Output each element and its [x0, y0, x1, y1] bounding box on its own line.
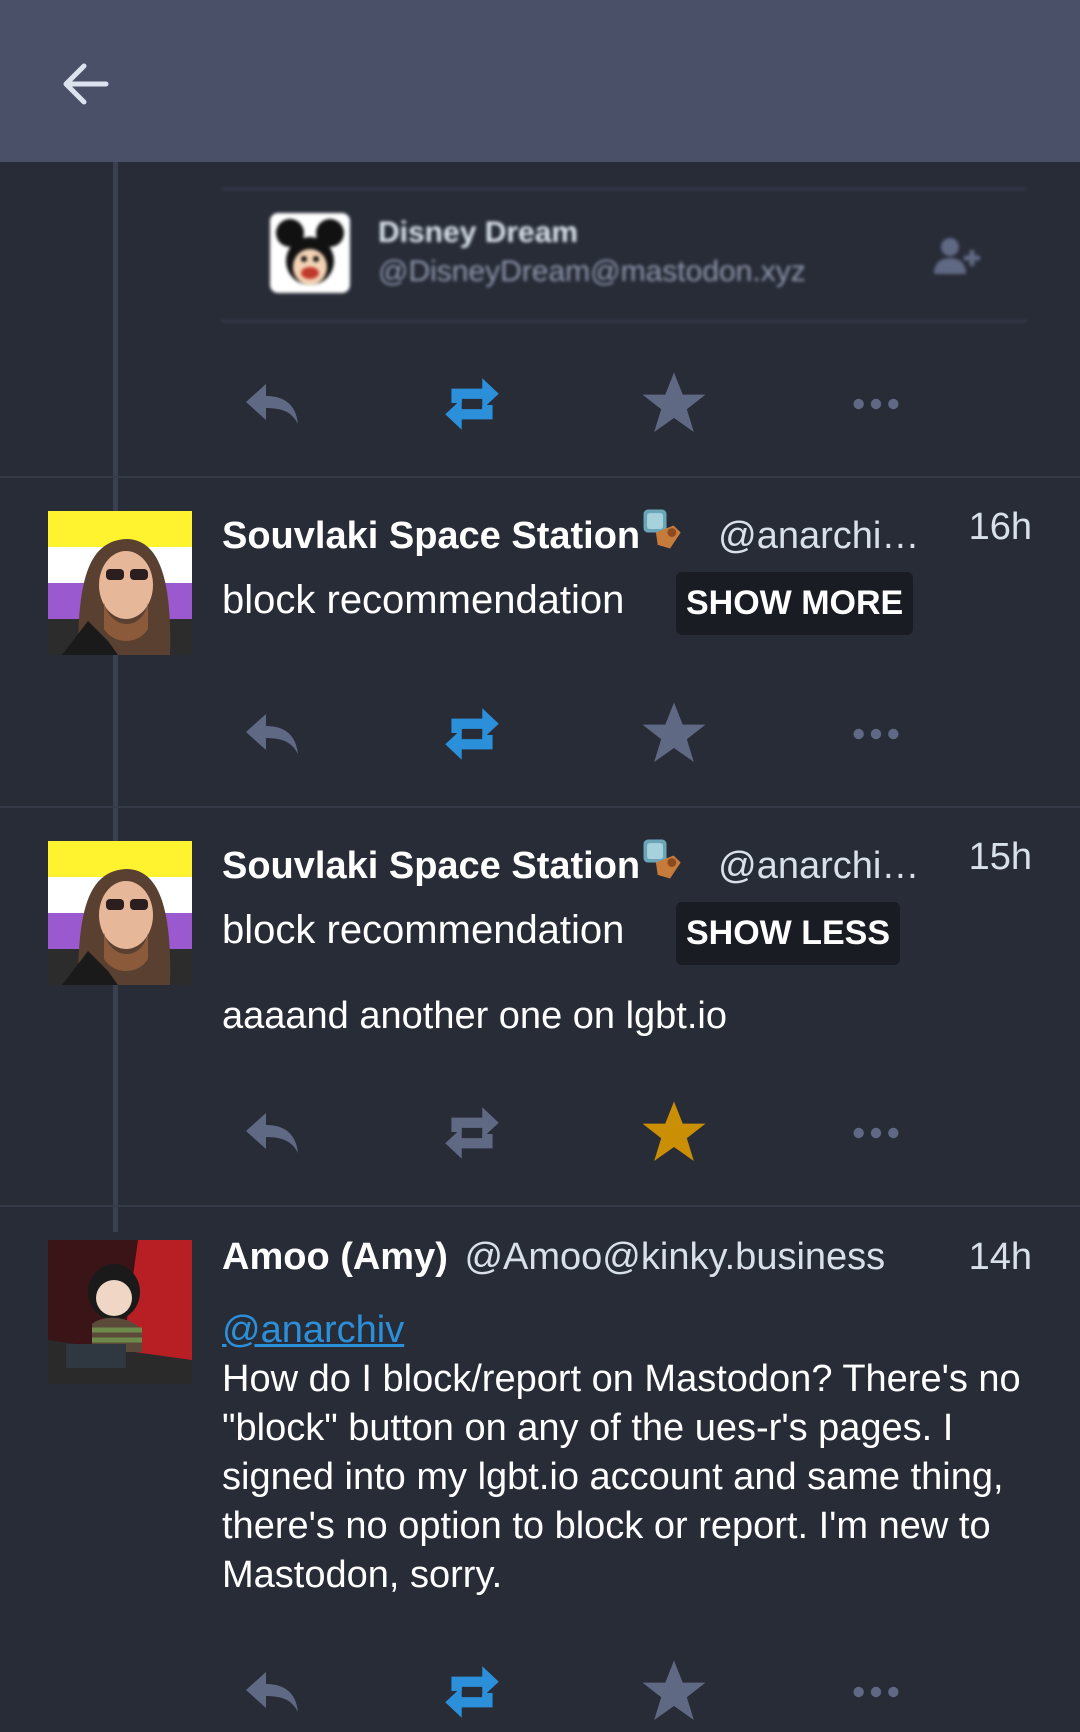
- app-bar: [0, 0, 1080, 162]
- mention-link[interactable]: @anarchiv: [222, 1309, 404, 1351]
- favourite-button[interactable]: [624, 1093, 724, 1173]
- more-button[interactable]: [826, 364, 926, 444]
- status-header: Amoo (Amy) @Amoo@kinky.business 14h: [222, 1236, 1032, 1286]
- star-icon: [639, 1657, 709, 1727]
- show-more-button[interactable]: SHOW MORE: [676, 572, 914, 635]
- back-button[interactable]: [50, 50, 118, 118]
- status-content: @anarchiv How do I block/report on Masto…: [222, 1306, 1032, 1600]
- star-icon: [639, 1098, 709, 1168]
- user-photo-avatar: [48, 511, 192, 655]
- avatar[interactable]: [48, 511, 192, 655]
- status-actions: [222, 364, 982, 444]
- timestamp[interactable]: 15h: [969, 836, 1032, 879]
- favourite-button[interactable]: [624, 694, 724, 774]
- favourite-button[interactable]: [624, 1652, 724, 1732]
- account-card-avatar: [270, 213, 350, 293]
- favourite-button[interactable]: [624, 364, 724, 444]
- status-actions: [222, 1093, 982, 1173]
- avatar[interactable]: [48, 841, 192, 985]
- more-icon: [850, 725, 902, 743]
- account-handle[interactable]: @Amoo@kinky.business: [464, 1236, 885, 1278]
- status-content: aaaand another one on lgbt.io: [222, 995, 727, 1037]
- boost-button[interactable]: [422, 364, 522, 444]
- divider: [0, 476, 1080, 478]
- reply-button[interactable]: [222, 694, 322, 774]
- reply-icon: [242, 1103, 302, 1163]
- reply-icon: [242, 1662, 302, 1722]
- more-button[interactable]: [826, 694, 926, 774]
- avatar[interactable]: [48, 1240, 192, 1384]
- follow-button[interactable]: [932, 236, 980, 281]
- boost-button[interactable]: [422, 1093, 522, 1173]
- more-button[interactable]: [826, 1652, 926, 1732]
- display-name[interactable]: Amoo (Amy): [222, 1236, 448, 1278]
- status-header: Souvlaki Space Station @anarchi… 15h: [222, 836, 1032, 887]
- account-card[interactable]: Disney Dream @DisneyDream@mastodon.xyz: [222, 188, 1026, 322]
- boost-button[interactable]: [422, 694, 522, 774]
- anime-avatar: [48, 1240, 192, 1384]
- status-actions: [222, 694, 982, 774]
- divider: [0, 806, 1080, 808]
- display-name[interactable]: Souvlaki Space Station: [222, 845, 640, 887]
- custom-emoji-icon: [640, 836, 686, 882]
- star-icon: [639, 699, 709, 769]
- show-less-button[interactable]: SHOW LESS: [676, 902, 901, 965]
- display-name[interactable]: Souvlaki Space Station: [222, 515, 640, 557]
- reply-button[interactable]: [222, 364, 322, 444]
- reply-button[interactable]: [222, 1652, 322, 1732]
- divider: [0, 1205, 1080, 1207]
- reply-button[interactable]: [222, 1093, 322, 1173]
- account-handle[interactable]: @anarchi…: [718, 515, 919, 557]
- boost-icon: [440, 698, 504, 770]
- more-icon: [850, 395, 902, 413]
- status-header: Souvlaki Space Station @anarchi… 16h: [222, 506, 1032, 557]
- add-user-icon: [934, 238, 980, 274]
- spoiler-text: block recommendation: [222, 908, 625, 952]
- boost-button[interactable]: [422, 1652, 522, 1732]
- spoiler-text: block recommendation: [222, 578, 625, 622]
- reply-icon: [242, 374, 302, 434]
- custom-emoji-icon: [640, 506, 686, 552]
- more-icon: [850, 1683, 902, 1701]
- account-card-handle: @DisneyDream@mastodon.xyz: [378, 255, 806, 288]
- more-button[interactable]: [826, 1093, 926, 1173]
- reply-icon: [242, 704, 302, 764]
- account-handle[interactable]: @anarchi…: [718, 845, 919, 887]
- boost-icon: [440, 1656, 504, 1728]
- status-actions: [222, 1652, 982, 1732]
- user-photo-avatar: [48, 841, 192, 985]
- status-text: How do I block/report on Mastodon? There…: [222, 1358, 1021, 1596]
- boost-icon: [440, 1097, 504, 1169]
- thread-connector: [113, 162, 118, 1232]
- arrow-left-icon: [63, 63, 109, 105]
- timestamp[interactable]: 16h: [969, 506, 1032, 549]
- more-icon: [850, 1124, 902, 1142]
- account-card-name: Disney Dream: [378, 216, 579, 249]
- star-icon: [639, 369, 709, 439]
- mouse-ears-icon: [276, 219, 344, 285]
- timestamp[interactable]: 14h: [969, 1236, 1032, 1279]
- boost-icon: [440, 368, 504, 440]
